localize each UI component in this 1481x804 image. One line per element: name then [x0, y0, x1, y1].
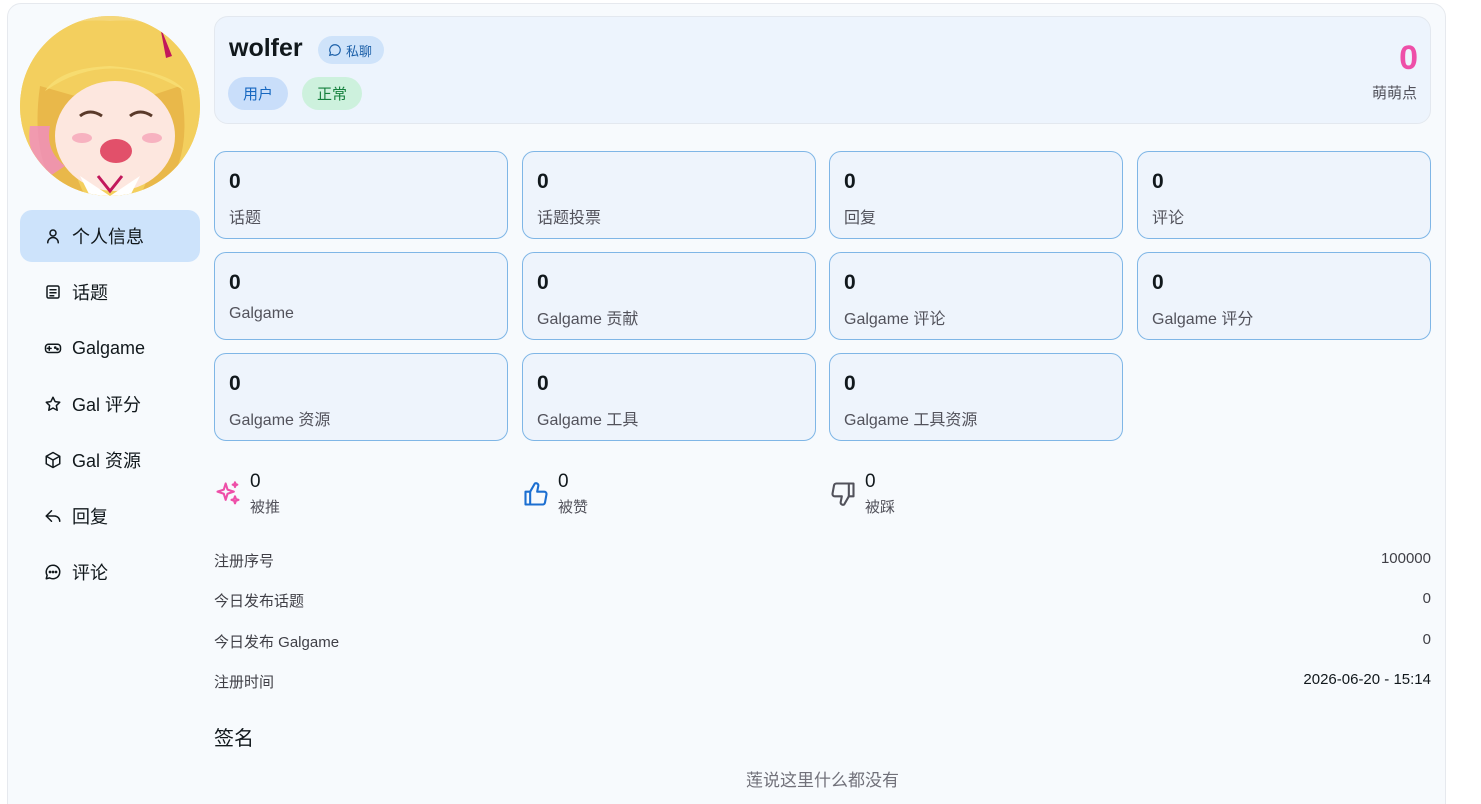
stat-card-comments[interactable]: 0 评论 [1137, 151, 1431, 239]
stat-value: 0 [537, 170, 549, 193]
info-key: 今日发布 Galgame [214, 634, 340, 651]
role-badge: 用户 [228, 77, 289, 110]
package-icon [44, 451, 62, 469]
reaction-value: 0 [865, 471, 876, 492]
stat-card-topics[interactable]: 0 话题 [214, 151, 508, 239]
private-message-button[interactable]: 私聊 [318, 36, 385, 64]
stat-label: Galgame [229, 305, 294, 322]
sidebar-item-label: Gal 评分 [72, 395, 142, 415]
reaction-recommended: 0 被推 [214, 470, 280, 522]
reaction-value: 0 [250, 471, 261, 492]
sidebar-item-label: 话题 [72, 283, 108, 303]
info-row-register-number: 注册序号 100000 [214, 550, 1431, 574]
stat-card-galgame-resource[interactable]: 0 Galgame 资源 [214, 353, 508, 441]
stat-label: Galgame 工具 [537, 412, 639, 429]
signature-title: 签名 [214, 728, 254, 750]
stat-value: 0 [229, 271, 241, 294]
sidebar-item-label: 评论 [72, 563, 108, 583]
comment-icon [44, 563, 62, 581]
stat-value: 0 [537, 271, 549, 294]
signature-empty-text: 莲说这里什么都没有 [746, 771, 899, 790]
reaction-label: 被踩 [865, 499, 896, 516]
sparkles-icon [214, 480, 242, 508]
sidebar-item-gal-resource[interactable]: Gal 资源 [20, 434, 200, 486]
moemoe-points-value: 0 [1399, 39, 1418, 77]
info-value: 0 [1422, 590, 1431, 607]
stat-value: 0 [1152, 271, 1164, 294]
stat-card-topic-votes[interactable]: 0 话题投票 [522, 151, 816, 239]
sidebar-item-label: Galgame [72, 337, 146, 358]
stat-card-galgame-comments[interactable]: 0 Galgame 评论 [829, 252, 1123, 340]
reaction-label: 被赞 [558, 499, 589, 516]
stat-card-replies[interactable]: 0 回复 [829, 151, 1123, 239]
stat-value: 0 [844, 271, 856, 294]
info-value: 2026-06-20 - 15:14 [1303, 671, 1431, 688]
sidebar-item-profile[interactable]: 个人信息 [20, 210, 200, 262]
thumbs-up-icon [522, 480, 550, 508]
stat-label: Galgame 资源 [229, 412, 331, 429]
stat-value: 0 [844, 170, 856, 193]
reaction-label: 被推 [250, 499, 281, 516]
info-key: 注册序号 [214, 553, 275, 570]
stat-value: 0 [537, 372, 549, 395]
info-value: 0 [1422, 631, 1431, 648]
stat-label: Galgame 评分 [1152, 311, 1254, 328]
stat-label: 话题 [229, 210, 262, 227]
sidebar-item-replies[interactable]: 回复 [20, 490, 200, 542]
info-key: 注册时间 [214, 674, 275, 691]
private-message-label: 私聊 [346, 43, 373, 59]
info-row-today-topics: 今日发布话题 0 [214, 590, 1431, 614]
stat-value: 0 [229, 170, 241, 193]
sidebar-item-label: Gal 资源 [72, 451, 142, 471]
thumbs-down-icon [829, 480, 857, 508]
sidebar-item-label: 个人信息 [72, 227, 144, 247]
moemoe-points-label: 萌萌点 [1371, 85, 1417, 102]
reaction-disliked: 0 被踩 [829, 470, 895, 522]
reaction-liked: 0 被赞 [522, 470, 588, 522]
stat-value: 0 [844, 372, 856, 395]
reply-icon [44, 507, 62, 525]
sidebar-item-gal-rating[interactable]: Gal 评分 [20, 378, 200, 430]
stat-label: Galgame 工具资源 [844, 412, 978, 429]
profile-header: wolfer 私聊 用户 正常 0 萌萌点 [214, 16, 1431, 124]
stat-card-galgame-tool[interactable]: 0 Galgame 工具 [522, 353, 816, 441]
sidebar-item-galgame[interactable]: Galgame [20, 322, 200, 374]
avatar [20, 16, 200, 196]
stat-label: 回复 [844, 210, 877, 227]
stat-value: 0 [229, 372, 241, 395]
stat-label: Galgame 贡献 [537, 311, 639, 328]
sidebar-item-comments[interactable]: 评论 [20, 546, 200, 598]
info-row-today-galgame: 今日发布 Galgame 0 [214, 631, 1431, 655]
stat-card-galgame-contribution[interactable]: 0 Galgame 贡献 [522, 252, 816, 340]
chat-bubble-icon [328, 44, 341, 57]
sidebar-item-label: 回复 [72, 507, 108, 527]
stat-value: 0 [1152, 170, 1164, 193]
stat-card-galgame-tool-resource[interactable]: 0 Galgame 工具资源 [829, 353, 1123, 441]
stat-label: 评论 [1152, 210, 1185, 227]
status-badge: 正常 [302, 77, 363, 110]
info-value: 100000 [1380, 550, 1431, 567]
star-icon [44, 395, 62, 413]
user-icon [44, 227, 62, 245]
stat-card-galgame-rating[interactable]: 0 Galgame 评分 [1137, 252, 1431, 340]
document-icon [44, 283, 62, 301]
username: wolfer [229, 34, 303, 62]
gamepad-icon [44, 339, 62, 357]
reaction-value: 0 [558, 471, 569, 492]
stat-label: 话题投票 [537, 210, 602, 227]
sidebar-nav: 个人信息 话题 Galgame Gal 评分 Gal 资源 回复 评论 [20, 210, 200, 602]
stat-card-galgame[interactable]: 0 Galgame [214, 252, 508, 340]
info-row-register-time: 注册时间 2026-06-20 - 15:14 [214, 671, 1431, 695]
stat-label: Galgame 评论 [844, 311, 946, 328]
info-key: 今日发布话题 [214, 593, 305, 610]
sidebar-item-topics[interactable]: 话题 [20, 266, 200, 318]
